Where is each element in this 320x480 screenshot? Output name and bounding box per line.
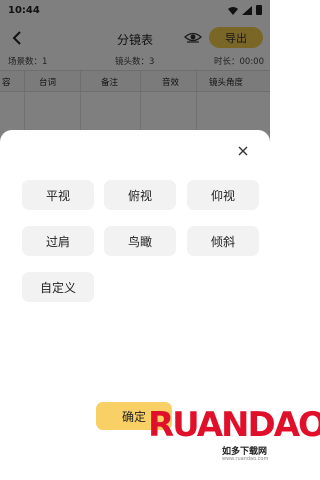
option-eye-level[interactable]: 平视 xyxy=(22,180,94,210)
watermark-logo: RUANDAO 如多下载网 www.ruandao.com xyxy=(148,408,320,480)
watermark-brand: RUANDAO xyxy=(148,405,320,445)
option-low-angle[interactable]: 仰视 xyxy=(187,180,259,210)
option-high-angle[interactable]: 俯视 xyxy=(104,180,176,210)
option-over-shoulder[interactable]: 过肩 xyxy=(22,226,94,256)
option-birds-eye[interactable]: 鸟瞰 xyxy=(104,226,176,256)
option-dutch-angle[interactable]: 倾斜 xyxy=(187,226,259,256)
watermark-url: www.ruandao.com xyxy=(222,456,269,462)
option-custom[interactable]: 自定义 xyxy=(22,272,94,302)
close-icon[interactable] xyxy=(236,144,250,158)
